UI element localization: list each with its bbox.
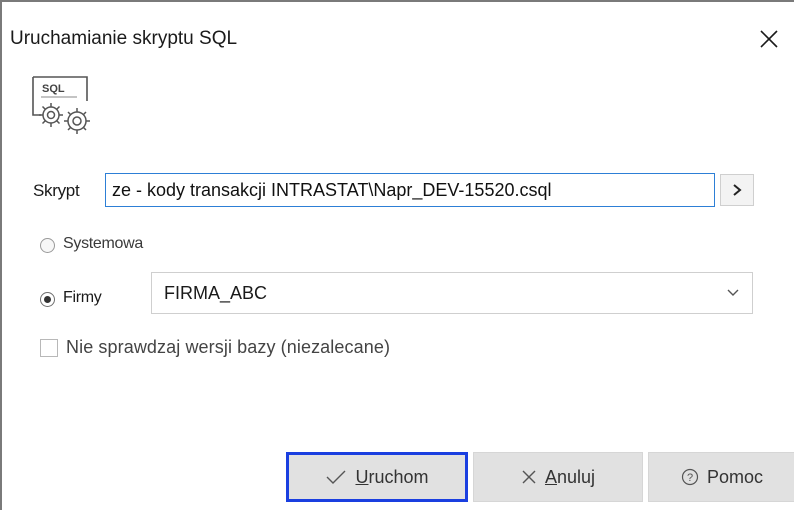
script-path-input[interactable]: ze - kody transakcji INTRASTAT\Napr_DEV-…: [105, 173, 715, 207]
close-button[interactable]: [754, 24, 784, 54]
sql-gears-icon: SQL: [32, 76, 90, 134]
chevron-right-icon: [733, 184, 742, 196]
firma-select-value: FIRMA_ABC: [164, 283, 268, 303]
script-label: Skrypt: [33, 181, 80, 200]
browse-script-button[interactable]: [720, 174, 754, 206]
svg-text:SQL: SQL: [42, 83, 65, 95]
chevron-down-icon: [727, 289, 739, 296]
checkmark-icon: [326, 470, 346, 484]
dialog-window: Uruchamianie skryptu SQL SQL Skrypt ze -…: [0, 0, 794, 510]
help-button[interactable]: ? Pomoc: [648, 452, 794, 502]
dialog-title: Uruchamianie skryptu SQL: [10, 28, 238, 49]
run-button-label: Uruchom: [355, 466, 429, 487]
no-version-check-label: Nie sprawdzaj wersji bazy (niezalecane): [66, 337, 391, 357]
close-icon: [522, 470, 536, 484]
radio-firmy-label: Firmy: [63, 289, 102, 306]
help-icon: ?: [681, 468, 699, 486]
radio-systemowa-label: Systemowa: [63, 235, 143, 252]
cancel-button[interactable]: Anuluj: [473, 452, 643, 502]
help-button-label: Pomoc: [706, 466, 764, 487]
svg-text:?: ?: [687, 472, 693, 484]
firma-select[interactable]: FIRMA_ABC: [151, 272, 753, 314]
cancel-button-label: Anuluj: [544, 466, 596, 487]
no-version-check-checkbox[interactable]: [40, 339, 58, 357]
close-icon: [760, 30, 778, 48]
run-button[interactable]: Uruchom: [286, 452, 468, 502]
radio-firmy[interactable]: [40, 292, 55, 307]
radio-systemowa[interactable]: [40, 238, 55, 253]
